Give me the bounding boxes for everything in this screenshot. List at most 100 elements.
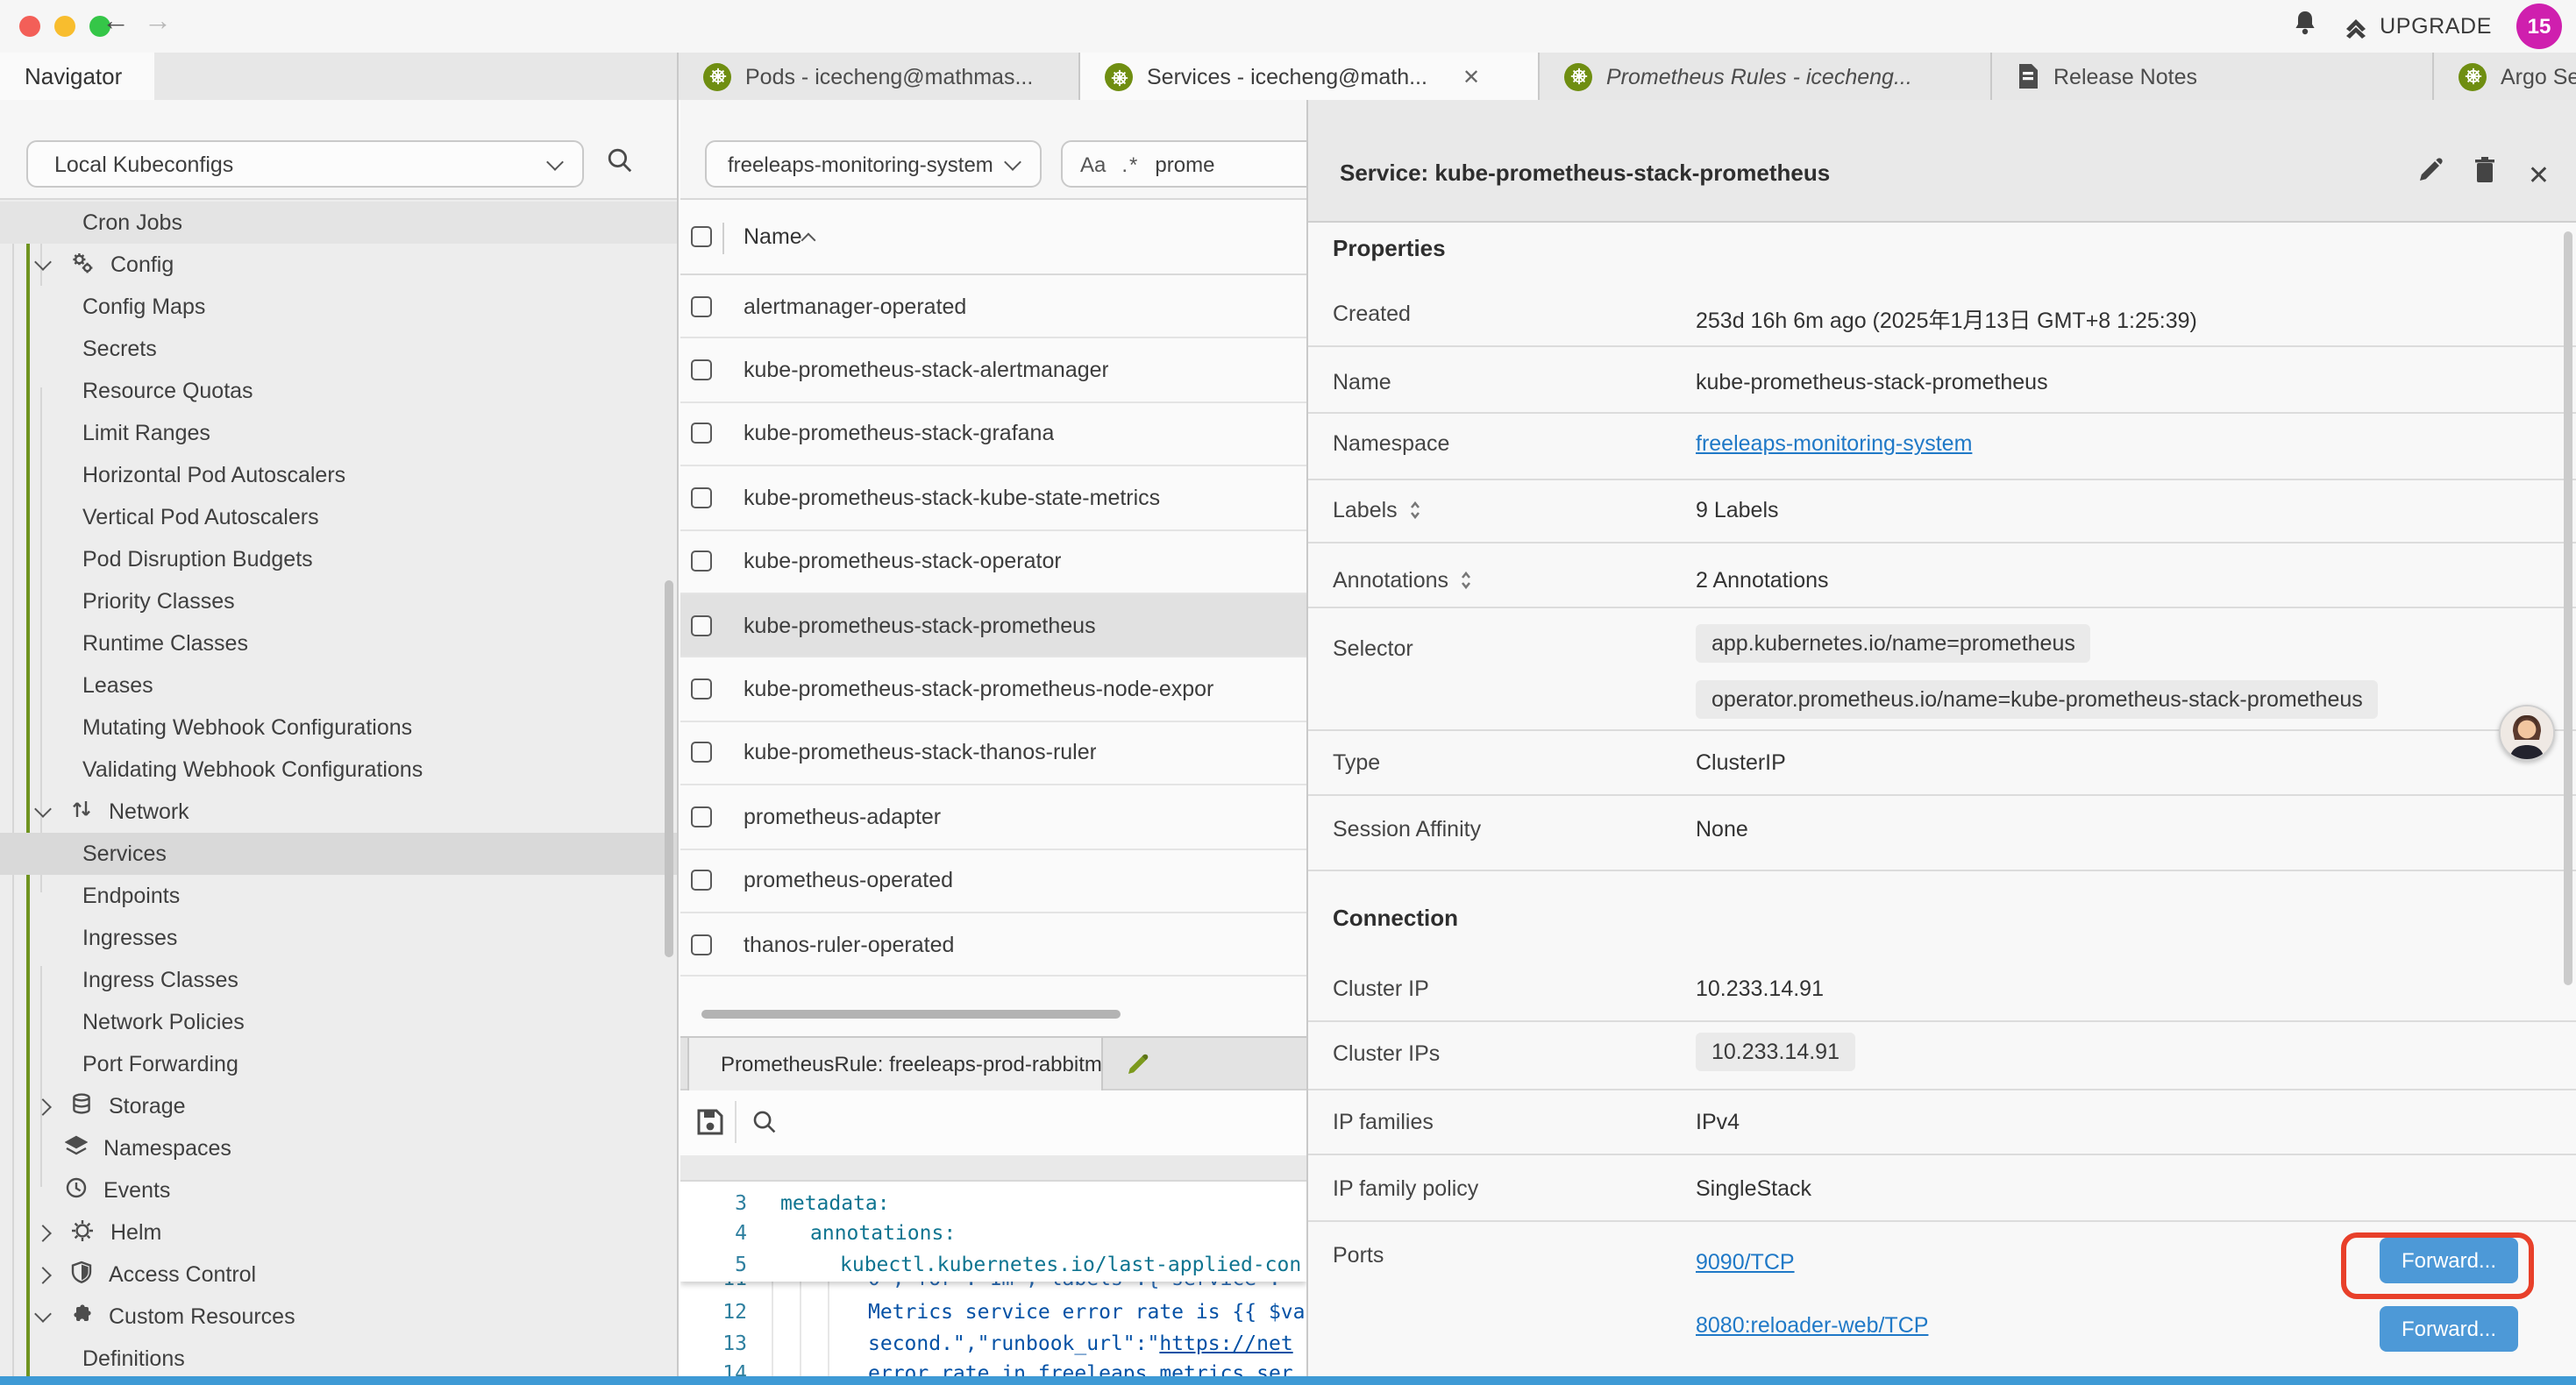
table-row-selected[interactable]: kube-prometheus-stack-prometheus xyxy=(680,594,1306,658)
created-label: Created xyxy=(1333,302,1411,326)
table-row[interactable]: kube-prometheus-stack-kube-state-metrics xyxy=(680,466,1306,530)
sidebar-item-access-control[interactable]: Access Control xyxy=(0,1254,679,1296)
sidebar-item-validating-webhook-configurations[interactable]: Validating Webhook Configurations xyxy=(0,749,679,791)
sidebar-item-network-policies[interactable]: Network Policies xyxy=(0,1001,679,1043)
tab-release-notes[interactable]: Release Notes xyxy=(1992,53,2434,100)
sidebar-item-namespaces[interactable]: Namespaces xyxy=(0,1127,679,1169)
sort-ascending-icon[interactable] xyxy=(801,233,816,248)
expand-toggle-icon[interactable] xyxy=(1406,500,1424,521)
row-checkbox[interactable] xyxy=(691,934,712,955)
tab-services[interactable]: Services - icecheng@math... ✕ xyxy=(1080,53,1540,102)
sidebar-item-resource-quotas[interactable]: Resource Quotas xyxy=(0,370,679,412)
minimize-window-button[interactable] xyxy=(54,16,75,37)
row-checkbox[interactable] xyxy=(691,806,712,827)
row-checkbox[interactable] xyxy=(691,678,712,700)
match-case-icon[interactable]: Aa xyxy=(1080,152,1106,176)
sidebar-item-storage[interactable]: Storage xyxy=(0,1085,679,1127)
sidebar-item-limit-ranges[interactable]: Limit Ranges xyxy=(0,412,679,454)
row-checkbox[interactable] xyxy=(691,423,712,444)
sidebar-item-services[interactable]: Services xyxy=(0,833,679,875)
tab-pods[interactable]: Pods - icecheng@mathmas... xyxy=(679,53,1080,100)
table-row[interactable]: kube-prometheus-stack-thanos-ruler xyxy=(680,721,1306,785)
table-row[interactable]: kube-prometheus-stack-alertmanager xyxy=(680,339,1306,403)
details-scrollbar[interactable] xyxy=(2564,231,2572,985)
sidebar-item-leases[interactable]: Leases xyxy=(0,664,679,707)
table-row[interactable]: alertmanager-operated xyxy=(680,275,1306,339)
notification-count-badge[interactable]: 15 xyxy=(2516,4,2562,49)
row-divider xyxy=(1308,1220,2576,1222)
sidebar-item-helm[interactable]: Helm xyxy=(0,1211,679,1254)
namespace-link[interactable]: freeleaps-monitoring-system xyxy=(1696,431,1972,456)
row-checkbox[interactable] xyxy=(691,614,712,636)
sidebar-scrollbar[interactable] xyxy=(665,580,673,957)
list-search-input[interactable]: Aa .* prome xyxy=(1061,140,1306,188)
code-line: 4 annotations: xyxy=(680,1217,1306,1248)
table-row[interactable]: prometheus-operated xyxy=(680,849,1306,913)
row-checkbox[interactable] xyxy=(691,870,712,891)
sidebar-item-cron-jobs[interactable]: Cron Jobs xyxy=(0,202,679,244)
sidebar-item-events[interactable]: Events xyxy=(0,1169,679,1211)
upgrade-label: UPGRADE xyxy=(2380,14,2492,39)
sidebar-item-definitions[interactable]: Definitions xyxy=(0,1338,679,1376)
tab-argo[interactable]: Argo Se xyxy=(2434,53,2576,100)
save-icon[interactable] xyxy=(696,1108,724,1145)
table-row[interactable]: prometheus-adapter xyxy=(680,785,1306,849)
row-checkbox[interactable] xyxy=(691,551,712,572)
edit-pencil-icon[interactable] xyxy=(2417,157,2444,192)
sidebar-item-port-forwarding[interactable]: Port Forwarding xyxy=(0,1043,679,1085)
helm-icon xyxy=(70,1218,95,1247)
forward-port-button-8080[interactable]: Forward... xyxy=(2380,1306,2518,1352)
sidebar-item-config-maps[interactable]: Config Maps xyxy=(0,286,679,328)
horizontal-scrollbar[interactable] xyxy=(701,1010,1121,1019)
row-checkbox[interactable] xyxy=(691,742,712,764)
select-all-checkbox[interactable] xyxy=(691,226,712,247)
upgrade-button[interactable]: UPGRADE xyxy=(2343,13,2492,39)
table-row[interactable]: kube-prometheus-stack-grafana xyxy=(680,403,1306,467)
back-arrow-icon[interactable]: ← xyxy=(98,7,133,39)
sidebar-item-horizontal-pod-autoscalers[interactable]: Horizontal Pod Autoscalers xyxy=(0,454,679,496)
sidebar-item-network[interactable]: Network xyxy=(0,791,679,833)
sidebar-item-custom-resources[interactable]: Custom Resources xyxy=(0,1296,679,1338)
expand-toggle-icon[interactable] xyxy=(1457,570,1475,591)
kubeconfig-selector[interactable]: Local Kubeconfigs xyxy=(26,140,584,188)
close-window-button[interactable] xyxy=(19,16,40,37)
close-tab-icon[interactable]: ✕ xyxy=(1462,65,1480,89)
sidebar-item-ingress-classes[interactable]: Ingress Classes xyxy=(0,959,679,1001)
table-row[interactable]: kube-prometheus-stack-operator xyxy=(680,530,1306,594)
navigator-panel-tab[interactable]: Navigator xyxy=(0,53,154,100)
port-link-9090[interactable]: 9090/TCP xyxy=(1696,1250,1795,1275)
row-checkbox[interactable] xyxy=(691,295,712,316)
regex-icon[interactable]: .* xyxy=(1121,152,1139,176)
sidebar-item-ingresses[interactable]: Ingresses xyxy=(0,917,679,959)
chevron-right-icon xyxy=(34,1266,52,1283)
sidebar-item-secrets[interactable]: Secrets xyxy=(0,328,679,370)
close-panel-icon[interactable]: ✕ xyxy=(2528,159,2550,190)
notification-bell-icon[interactable] xyxy=(2292,8,2318,45)
sidebar-item-config[interactable]: Config xyxy=(0,244,679,286)
row-checkbox[interactable] xyxy=(691,487,712,508)
editor-search-icon[interactable] xyxy=(752,1110,777,1143)
sidebar-item-pod-disruption-budgets[interactable]: Pod Disruption Budgets xyxy=(0,538,679,580)
table-row[interactable]: thanos-ruler-operated xyxy=(680,913,1306,977)
sidebar-search-icon[interactable] xyxy=(607,147,633,182)
shield-icon xyxy=(70,1261,93,1289)
delete-trash-icon[interactable] xyxy=(2473,156,2498,193)
sidebar-item-priority-classes[interactable]: Priority Classes xyxy=(0,580,679,622)
details-header: Service: kube-prometheus-stack-prometheu… xyxy=(1308,100,2576,223)
namespace-filter-dropdown[interactable]: freeleaps-monitoring-system xyxy=(705,140,1042,188)
tab-prometheus-rules[interactable]: Prometheus Rules - icecheng... xyxy=(1540,53,1992,100)
port-link-8080[interactable]: 8080:reloader-web/TCP xyxy=(1696,1313,1928,1338)
row-checkbox[interactable] xyxy=(691,359,712,380)
forward-arrow-icon[interactable]: → xyxy=(140,7,175,39)
user-avatar[interactable] xyxy=(2499,705,2555,761)
name-column-header[interactable]: Name xyxy=(744,224,802,249)
editor-tab-partial[interactable] xyxy=(1112,1038,1306,1090)
row-divider xyxy=(1308,345,2576,347)
sidebar-item-mutating-webhook-configurations[interactable]: Mutating Webhook Configurations xyxy=(0,707,679,749)
sidebar-item-runtime-classes[interactable]: Runtime Classes xyxy=(0,622,679,664)
editor-tab-prometheusrule[interactable]: PrometheusRule: freeleaps-prod-rabbitmq xyxy=(687,1038,1103,1090)
yaml-editor[interactable]: 11 0","for":"1m","labels":{"service":" 1… xyxy=(680,1182,1306,1376)
table-row[interactable]: kube-prometheus-stack-prometheus-node-ex… xyxy=(680,658,1306,722)
sidebar-item-vertical-pod-autoscalers[interactable]: Vertical Pod Autoscalers xyxy=(0,496,679,538)
sidebar-item-endpoints[interactable]: Endpoints xyxy=(0,875,679,917)
